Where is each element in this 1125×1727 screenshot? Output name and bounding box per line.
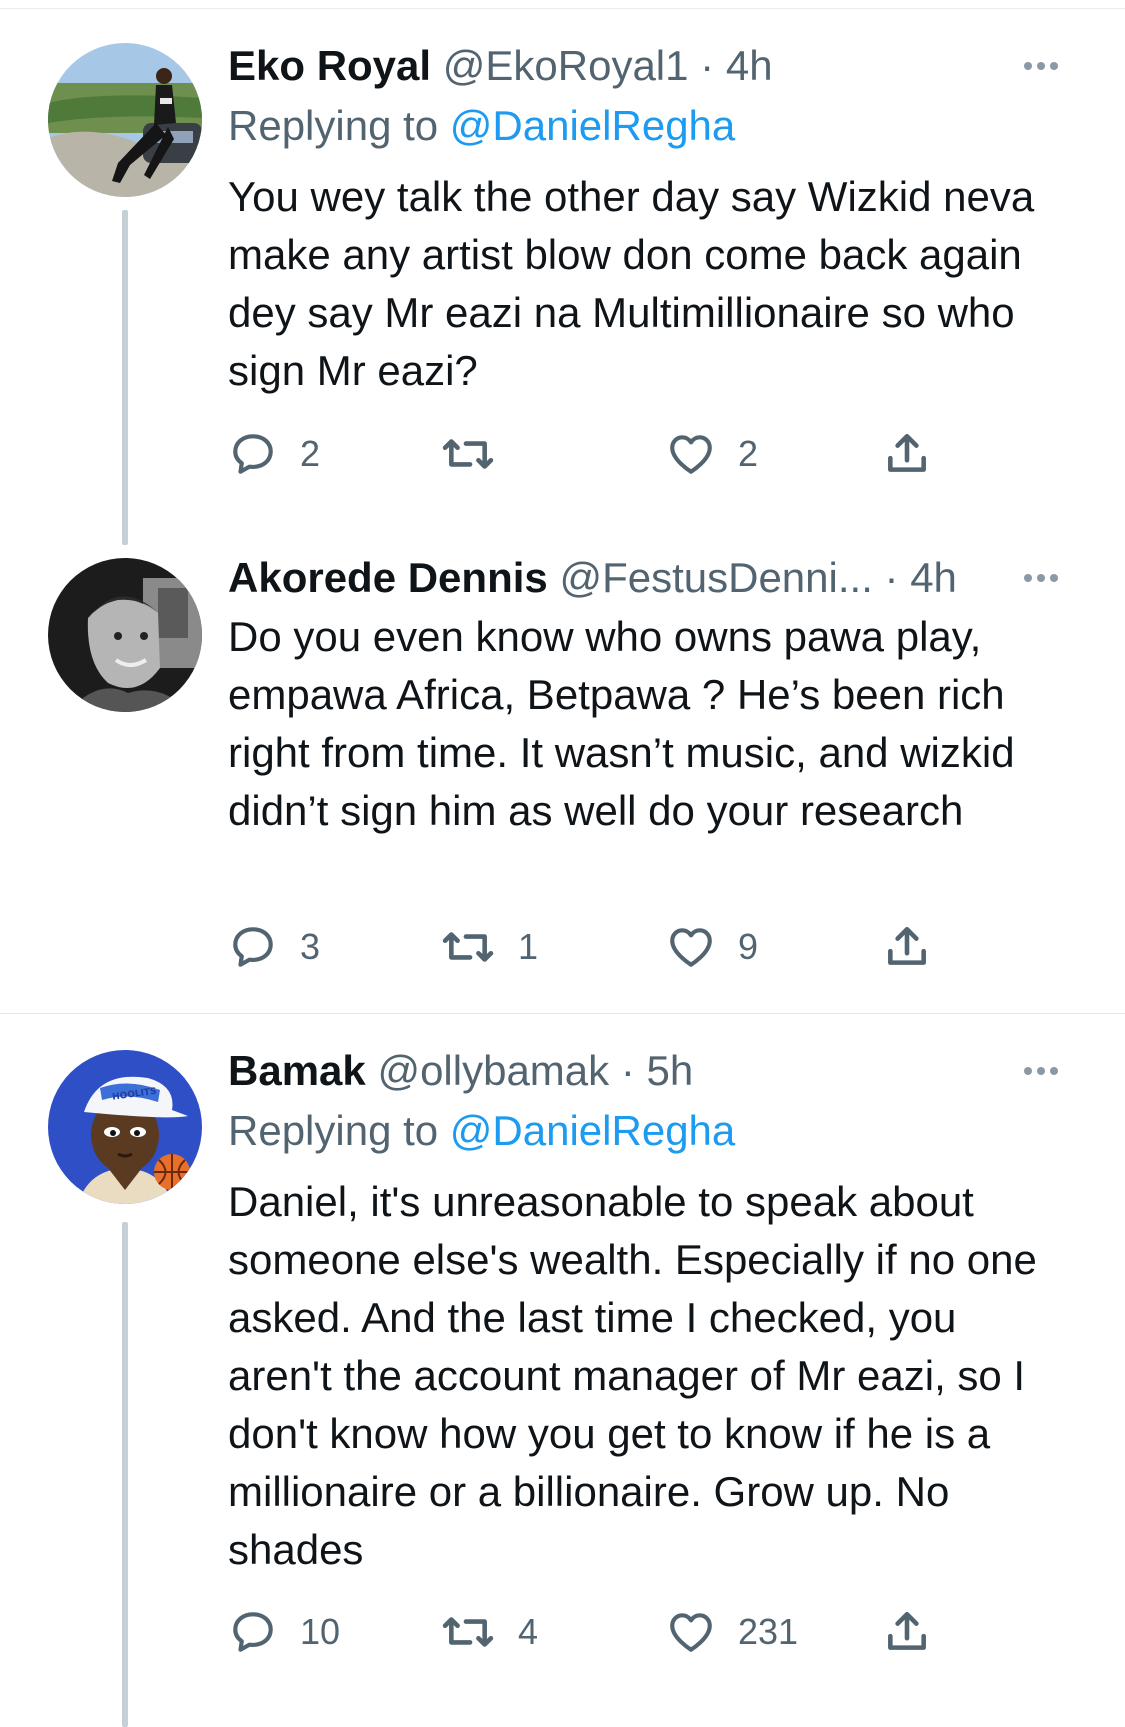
like-count: 9 [738, 926, 759, 967]
retweet-icon [442, 932, 494, 962]
reply-count: 10 [300, 1611, 341, 1652]
reply-count: 3 [300, 926, 321, 967]
avatar[interactable] [48, 558, 202, 712]
display-name[interactable]: Akorede Dennis [228, 554, 548, 601]
replying-prefix: Replying to [228, 1107, 439, 1154]
reply-icon [233, 1612, 273, 1652]
reply-button[interactable]: 10 [228, 1606, 340, 1658]
mention-link[interactable]: @DanielRegha [450, 1107, 735, 1154]
display-name[interactable]: Eko Royal [228, 42, 431, 89]
reply-button[interactable]: 3 [228, 921, 320, 973]
tweet-text: Daniel, it's unreasonable to speak about… [228, 1178, 1037, 1573]
tweet-text: Do you even know who owns pawa play, emp… [228, 613, 1015, 834]
timestamp[interactable]: 4h [726, 42, 773, 89]
thread-line [122, 210, 128, 545]
user-handle[interactable]: @ollybamak [377, 1047, 609, 1094]
user-handle[interactable]: @FestusDenni... [559, 554, 872, 601]
heart-icon [670, 435, 712, 474]
tweet-actions: 2 2 [228, 428, 968, 480]
more-icon[interactable] [1024, 1067, 1058, 1075]
thread-divider [0, 1013, 1125, 1014]
tweet-header: Akorede Dennis @FestusDenni... · 4h [228, 552, 1058, 604]
avatar[interactable]: HOOLITS [48, 1050, 202, 1204]
tweet-header: Bamak @ollybamak · 5h [228, 1045, 1058, 1097]
timestamp[interactable]: 5h [647, 1047, 694, 1094]
separator-dot: · [700, 42, 715, 89]
more-icon[interactable] [1024, 62, 1058, 70]
heart-icon [670, 928, 712, 967]
retweet-button[interactable] [440, 428, 518, 480]
retweet-button[interactable]: 1 [440, 921, 538, 973]
replying-to: Replying to @DanielRegha [228, 100, 1058, 152]
thread-line [122, 1222, 128, 1727]
retweet-count: 4 [518, 1611, 539, 1652]
share-icon [888, 434, 926, 472]
share-button[interactable] [882, 428, 932, 480]
timestamp[interactable]: 4h [910, 554, 957, 601]
reply-button[interactable]: 2 [228, 428, 320, 480]
retweet-button[interactable]: 4 [440, 1606, 538, 1658]
like-button[interactable]: 9 [666, 921, 758, 973]
tweet-header: Eko Royal @EkoRoyal1 · 4h [228, 40, 1058, 92]
separator-dot: · [620, 1047, 635, 1094]
user-handle[interactable]: @EkoRoyal1 [443, 42, 689, 89]
like-count: 2 [738, 433, 759, 474]
reply-icon [233, 434, 273, 474]
heart-icon [670, 1613, 712, 1652]
tweet-text: You wey talk the other day say Wizkid ne… [228, 173, 1035, 394]
like-count: 231 [738, 1611, 799, 1652]
reply-icon [233, 927, 273, 967]
share-button[interactable] [882, 1606, 932, 1658]
share-button[interactable] [882, 921, 932, 973]
retweet-icon [442, 1617, 494, 1647]
tweet-actions: 3 1 9 [228, 921, 968, 973]
share-icon [888, 1612, 926, 1650]
retweet-count: 1 [518, 926, 539, 967]
separator-dot: · [884, 554, 899, 601]
more-icon[interactable] [1024, 574, 1058, 582]
share-icon [888, 927, 926, 965]
replying-prefix: Replying to [228, 102, 439, 149]
retweet-icon [442, 439, 494, 469]
display-name[interactable]: Bamak [228, 1047, 366, 1094]
avatar[interactable] [48, 43, 202, 197]
tweet-actions: 10 4 231 [228, 1606, 968, 1658]
top-divider [0, 8, 1125, 9]
replying-to: Replying to @DanielRegha [228, 1105, 1058, 1157]
reply-count: 2 [300, 433, 321, 474]
like-button[interactable]: 2 [666, 428, 758, 480]
mention-link[interactable]: @DanielRegha [450, 102, 735, 149]
like-button[interactable]: 231 [666, 1606, 798, 1658]
